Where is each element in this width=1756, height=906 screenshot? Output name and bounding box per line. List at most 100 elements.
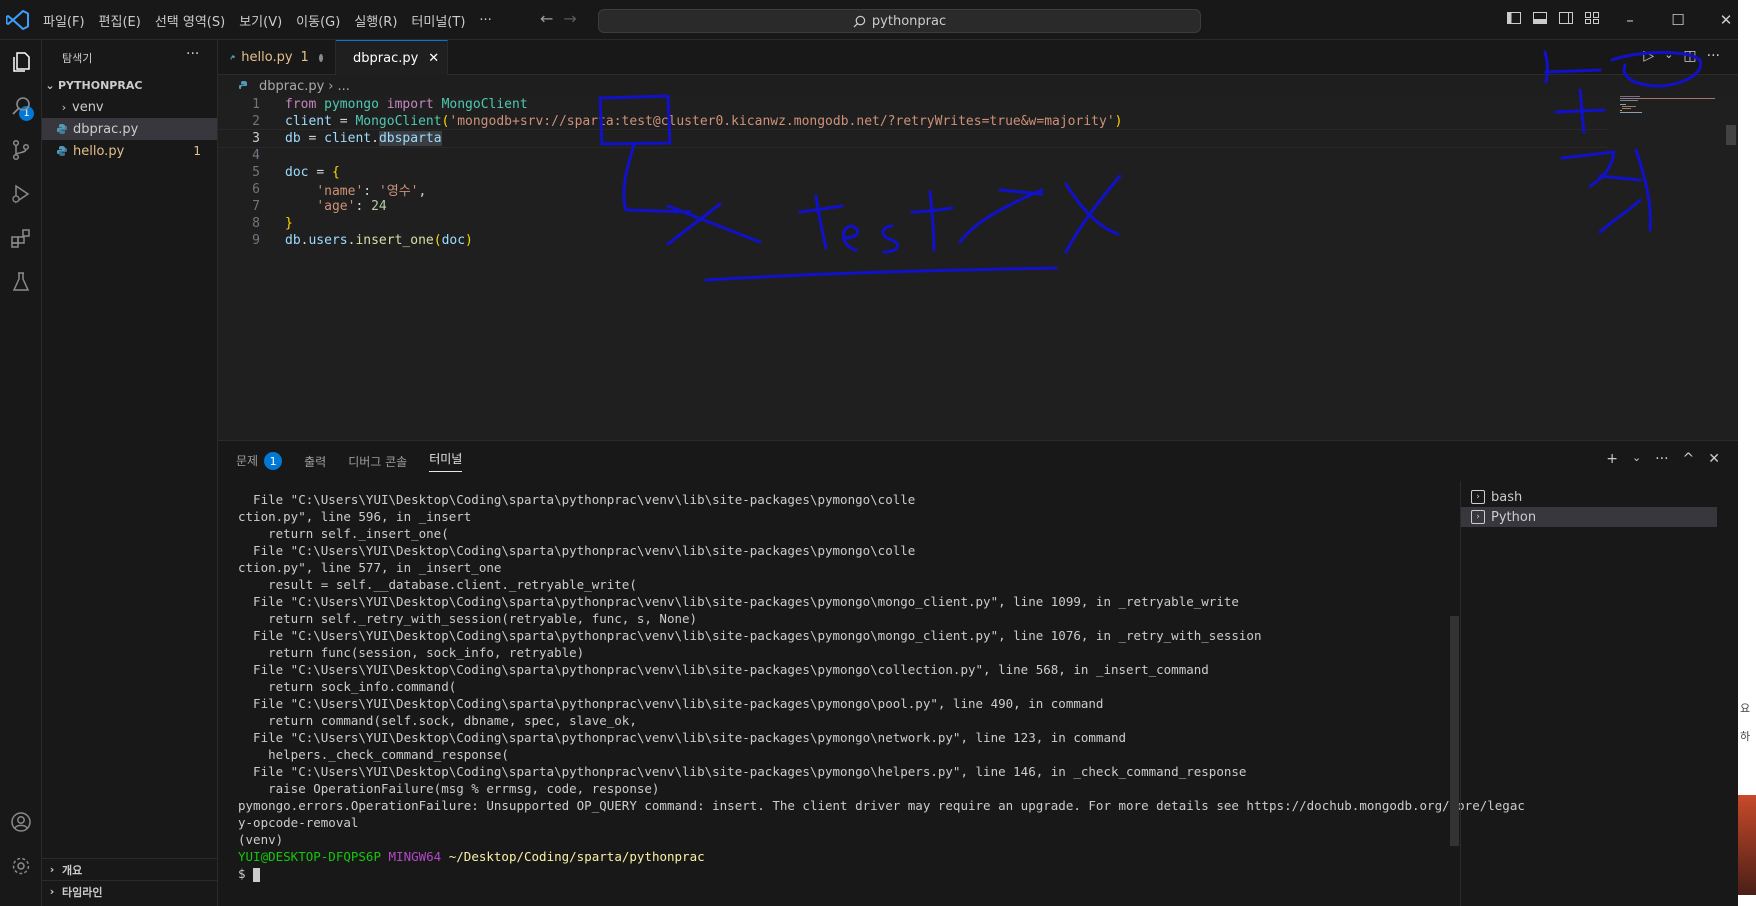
customize-layout-icon[interactable]: [1584, 10, 1600, 26]
toggle-panel-icon[interactable]: [1532, 10, 1548, 26]
bottom-panel: 문제 1 출력 디버그 콘솔 터미널 + ⌄ ··· ^ ✕ File "C:\U…: [218, 440, 1738, 906]
extensions-icon[interactable]: [7, 224, 35, 252]
run-options-chevron-icon[interactable]: ⌄: [1664, 48, 1673, 64]
tab-label: hello.py: [241, 50, 293, 65]
timeline-section[interactable]: › 타임라인: [42, 880, 217, 902]
tab-terminal[interactable]: 터미널: [429, 450, 463, 472]
back-arrow-icon[interactable]: ←: [540, 9, 553, 28]
terminal-profile-chevron-icon[interactable]: ⌄: [1632, 451, 1641, 467]
tab-label: dbprac.py: [353, 50, 419, 66]
forward-arrow-icon[interactable]: →: [563, 9, 576, 28]
terminal-line: File "C:\Users\YUI\Desktop\Coding\sparta…: [238, 543, 916, 558]
editor-more-icon[interactable]: ···: [1707, 48, 1720, 64]
tree-item-label: venv: [72, 99, 104, 115]
search-icon[interactable]: [7, 92, 35, 120]
breadcrumb-symbol[interactable]: ...: [338, 79, 350, 94]
menu-bar: 파일(F) 편집(E) 선택 영역(S) 보기(V) 이동(G) 실행(R) 터…: [36, 0, 499, 40]
menu-terminal[interactable]: 터미널(T): [404, 11, 472, 30]
terminal-line: pymongo.errors.OperationFailure: Unsuppo…: [238, 798, 1525, 813]
terminal-line: File "C:\Users\YUI\Desktop\Coding\sparta…: [238, 628, 1262, 643]
tree-item-hello[interactable]: hello.py 1: [42, 140, 217, 162]
terminal-line: File "C:\Users\YUI\Desktop\Coding\sparta…: [238, 594, 1239, 609]
terminal-line: return sock_info.command(: [238, 679, 457, 694]
menu-more[interactable]: ···: [472, 13, 498, 28]
tree-item-venv[interactable]: › venv: [42, 96, 217, 118]
testing-icon[interactable]: [7, 268, 35, 296]
vscode-logo-icon[interactable]: [6, 10, 30, 30]
terminal-prompt: YUI@DESKTOP-DFQPS6P MINGW64 ~/Desktop/Co…: [238, 848, 1478, 865]
menu-run[interactable]: 실행(R): [347, 11, 404, 30]
edge-image: [1738, 795, 1756, 895]
terminal-tab-python[interactable]: › Python: [1461, 507, 1717, 527]
outline-section-label: 개요: [62, 863, 83, 877]
menu-view[interactable]: 보기(V): [232, 11, 289, 30]
maximize-panel-icon[interactable]: ^: [1683, 451, 1695, 467]
tab-hello-py[interactable]: hello.py 1: [218, 40, 336, 75]
run-debug-icon[interactable]: [7, 180, 35, 208]
terminal-line: return self._insert_one(: [238, 526, 449, 541]
tree-item-label: hello.py: [73, 143, 125, 159]
python-file-icon: [57, 146, 67, 156]
terminal-icon: ›: [1471, 490, 1485, 504]
editor-scrollbar[interactable]: [1726, 125, 1736, 145]
tab-output[interactable]: 출력: [304, 453, 326, 470]
source-control-icon[interactable]: [7, 136, 35, 164]
adjacent-window-edge: 요 하: [1738, 0, 1756, 906]
tab-problems[interactable]: 문제 1: [236, 452, 283, 471]
modified-dot-icon[interactable]: [318, 53, 323, 62]
search-icon: [853, 15, 866, 27]
tree-item-label: dbprac.py: [73, 121, 139, 137]
chevron-right-icon: ›: [49, 863, 55, 876]
new-terminal-plus-icon[interactable]: +: [1606, 451, 1618, 467]
tab-dbprac-py[interactable]: dbprac.py ✕: [336, 40, 448, 75]
close-panel-icon[interactable]: ✕: [1708, 451, 1720, 467]
terminal-line: File "C:\Users\YUI\Desktop\Coding\sparta…: [238, 764, 1247, 779]
split-editor-icon[interactable]: ◫: [1683, 48, 1696, 64]
maximize-button[interactable]: ☐: [1654, 0, 1702, 40]
command-center-label: pythonprac: [871, 13, 947, 29]
toggle-primary-sidebar-icon[interactable]: [1506, 10, 1522, 26]
terminal-line: helpers._check_command_response(: [238, 747, 509, 762]
breadcrumb-separator-icon: ›: [328, 78, 334, 94]
account-icon[interactable]: [7, 808, 35, 836]
code-editor[interactable]: 1 from pymongo import MongoClient 2 clie…: [218, 95, 1738, 440]
terminal-line: (venv): [238, 832, 284, 847]
python-file-icon: [239, 81, 247, 89]
terminal-line: File "C:\Users\YUI\Desktop\Coding\sparta…: [238, 662, 1209, 677]
menu-edit[interactable]: 편집(E): [92, 11, 148, 30]
python-file-icon: [230, 54, 235, 60]
minimap[interactable]: [1618, 95, 1718, 135]
panel-more-icon[interactable]: ···: [1655, 451, 1668, 467]
terminal-tab-bash[interactable]: › bash: [1461, 487, 1717, 507]
breadcrumb-file[interactable]: dbprac.py: [259, 79, 324, 94]
settings-gear-icon[interactable]: [7, 852, 35, 880]
menu-selection[interactable]: 선택 영역(S): [148, 11, 232, 30]
terminal-scrollbar[interactable]: [1450, 616, 1459, 846]
timeline-section-label: 타임라인: [62, 885, 103, 899]
minimize-button[interactable]: –: [1606, 0, 1654, 40]
workspace-root[interactable]: ⌄ PYTHONPRAC: [42, 74, 217, 96]
chevron-right-icon: ›: [49, 885, 55, 898]
edge-text: 하: [1740, 730, 1751, 743]
explorer-sidebar: 탐색기 ··· ⌄ PYTHONPRAC › venv dbprac.py he…: [42, 40, 218, 906]
prompt-user: YUI@DESKTOP-DFQPS6P: [238, 849, 381, 864]
terminal-tabs-list: › bash › Python: [1460, 481, 1738, 906]
menu-go[interactable]: 이동(G): [289, 11, 347, 30]
terminal-line: raise OperationFailure(msg % errmsg, cod…: [238, 781, 660, 796]
terminal-output[interactable]: File "C:\Users\YUI\Desktop\Coding\sparta…: [238, 491, 1525, 882]
tab-debug-console[interactable]: 디버그 콘솔: [348, 453, 407, 470]
chevron-down-icon: ⌄: [45, 78, 55, 92]
tab-close-icon[interactable]: ✕: [428, 51, 439, 66]
tree-item-dbprac[interactable]: dbprac.py: [42, 118, 217, 140]
files-icon[interactable]: [7, 48, 35, 76]
outline-section[interactable]: › 개요: [42, 858, 217, 880]
workspace-root-label: PYTHONPRAC: [58, 78, 143, 92]
terminal-input-line[interactable]: $: [238, 865, 1478, 882]
terminal-line: File "C:\Users\YUI\Desktop\Coding\sparta…: [238, 730, 1127, 745]
terminal-line: ction.py", line 596, in _insert: [238, 509, 472, 524]
command-center-search[interactable]: pythonprac: [598, 9, 1201, 33]
explorer-more-button[interactable]: ···: [186, 46, 199, 62]
menu-file[interactable]: 파일(F): [36, 11, 92, 30]
toggle-secondary-sidebar-icon[interactable]: [1558, 10, 1574, 26]
run-python-file-icon[interactable]: ▷: [1643, 48, 1654, 64]
